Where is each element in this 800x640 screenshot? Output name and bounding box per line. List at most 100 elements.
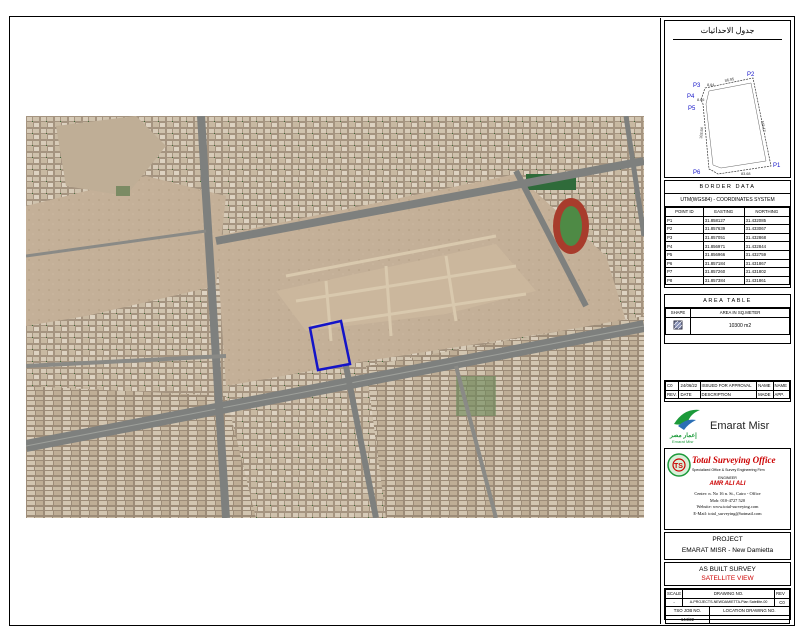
table-row: P5 31.856966 31.432759 [665,249,791,260]
col-header: POINT ID [665,207,704,217]
table-row: P8 31.857384 31.431861 [665,275,791,286]
rev-cell: MADE [756,389,774,400]
table-cell: 31.432844 [743,241,791,251]
point-label: P2 [747,72,755,78]
dimension-label: 8.64 [707,83,714,87]
border-data-title: BORDER DATA [665,181,790,194]
coordinates-table-title: جدول الاحداثيات [700,26,755,35]
dimension-label: 8.66 [697,98,704,102]
scale-label: SCALE [664,589,684,599]
rev-cell: REV. [664,389,680,400]
coordinates-sketch-box: جدول الاحداثيات 86.95 115.17 103.84 83.6… [664,20,791,178]
rev-cell: NAME [756,381,774,391]
coordinate-system: UTM(WGS84) - COORDINATES SYSTEM [665,194,790,207]
table-cell: P6 [665,258,704,269]
table-row: P2 31.857639 31.433067 [665,224,791,234]
area-table-title: AREA TABLE [665,295,790,308]
emarat-small: Emarat Misr [672,439,694,444]
border-data-table: BORDER DATA UTM(WGS84) - COORDINATES SYS… [664,180,791,288]
table-cell: P3 [665,232,704,243]
drawing-subtitle: SATELLITE VIEW [701,575,754,582]
area-table: AREA TABLE SHAPE AREA IN SQ.METER 10300 … [664,294,791,344]
table-row: P1 31.858127 31.432085 [665,215,791,226]
table-cell: 31.432868 [743,232,791,243]
table-cell: P2 [665,224,704,234]
divider [673,39,782,40]
table-cell: P5 [665,249,704,260]
emarat-arabic: إعمار مصر [670,433,697,439]
rev-cell: DESCRIPTION [699,389,758,400]
rev-cell: DATE [678,389,701,400]
satellite-map-graphic [26,116,644,518]
drawing-title: AS BUILT SURVEY [699,566,756,573]
drawing-title-block: AS BUILT SURVEY SATELLITE VIEW [664,562,791,586]
table-cell: P4 [665,241,704,251]
engineer-label: ENGINEER [718,476,737,480]
rev-cell: NAME [772,381,791,391]
tso-logo-icon: TS [667,453,691,477]
point-label: P6 [693,170,701,176]
satellite-view [26,116,644,518]
job-value: 144/22 [665,614,710,625]
table-cell: 31.856966 [702,249,745,260]
table-cell: 31.432759 [743,249,791,260]
border-data-grid: POINT ID EASTING NORTHING P1 31.858127 31.… [665,207,791,286]
plot-sketch: 86.95 115.17 103.84 83.68 8.64 8.66 P1 P… [687,72,781,176]
area-value: 10300 m2 [690,316,790,335]
rev-cell: APP. [772,389,791,400]
table-cell: 31.431861 [743,275,791,286]
table-cell: 31.433067 [743,224,791,234]
table-cell: 31.856971 [702,241,745,251]
surveying-office-block: TS Total Surveying Office Specialized Of… [664,448,791,530]
table-cell: 31.857384 [702,275,745,286]
project-block: PROJECT EMARAT MISR - New Damietta [664,532,791,560]
dimension-label: 115.17 [760,120,766,132]
area-col-header: AREA IN SQ.METER [690,308,790,318]
project-name: EMARAT MISR - New Damietta [681,547,774,554]
title-block-info: SCALE DRAWING NO. REV - A-PROJECTS-NEWDA… [664,588,791,625]
point-label: P3 [693,83,701,89]
rev-cell: 24/06/22 [678,381,701,391]
area-col-header: SHAPE [665,308,691,318]
point-label: P5 [688,106,696,112]
tso-address: Center: n. No 16 n. St., Cairo - Office [694,491,761,496]
cad-value: ----- [708,614,791,625]
table-cell: 31.857639 [702,224,745,234]
col-header: EASTING [702,207,745,217]
job-label: TSO JOB NO. [665,606,710,616]
dimension-label: 103.84 [699,127,704,139]
table-cell: P1 [665,215,704,226]
project-label: PROJECT [712,536,743,543]
table-row: P6 31.857184 31.431867 [665,258,791,269]
point-label: P1 [773,163,781,169]
table-cell: P7 [665,267,704,277]
dimension-label: 83.68 [741,172,751,176]
col-header: NORTHING [743,207,791,217]
tso-email: E-Mail: total_surveying@hotmail.com [693,510,762,516]
table-row: P7 31.857260 31.431802 [665,267,791,277]
rev-label: REV [774,589,790,599]
emarat-name: Emarat Misr [710,420,770,432]
rev-cell: ISSUED FOR APPROVAL [699,381,758,391]
table-cell: 31.858127 [702,215,745,226]
table-cell: P8 [665,275,704,286]
table-cell: 31.432085 [743,215,791,226]
tso-name: Total Surveying Office [692,455,776,465]
emarat-misr-logo: إعمار مصر Emarat Misr Emarat Misr [668,402,791,446]
table-cell: 31.857051 [702,232,745,243]
cad-label: LOCATION DRAWING NO. [708,606,791,616]
engineer-name: AMR ALI ALI [709,481,746,487]
tso-mobile: Mob: 010-4727 520 [709,497,746,503]
table-cell: 31.431802 [743,267,791,277]
table-cell: 31.857184 [702,258,745,269]
svg-text:TS: TS [674,463,683,470]
table-cell: 31.857260 [702,267,745,277]
tso-sub: Specialized Office & Survey Engineering … [692,468,765,472]
revision-block: C0 24/06/22 ISSUED FOR APPROVAL NAME NAM… [664,380,791,402]
tso-website: Website: www.total-surveying.com [696,504,759,510]
drawing-no-label: DRAWING NO. [682,589,775,599]
table-row: P3 31.857051 31.432868 [665,232,791,243]
point-label: P4 [687,94,695,100]
rev-cell: C0 [664,381,680,391]
table-cell: 31.431867 [743,258,791,269]
